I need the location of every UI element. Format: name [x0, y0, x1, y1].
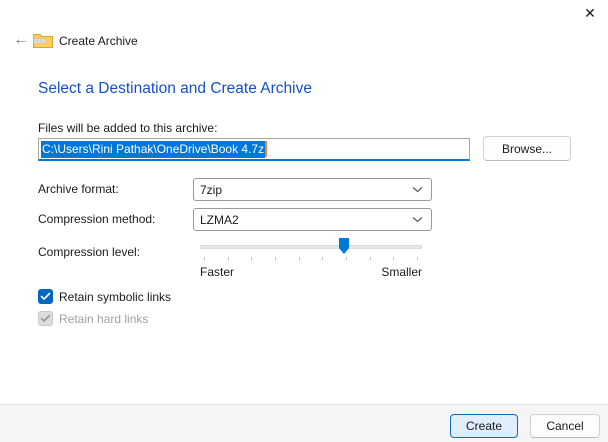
compression-level-label: Compression level: — [38, 245, 140, 259]
archive-format-label: Archive format: — [38, 182, 119, 196]
archive-path-input[interactable]: C:\Users\Rini Pathak\OneDrive\Book 4.7z — [38, 138, 470, 161]
slider-ticks — [204, 257, 418, 260]
archive-format-select[interactable]: 7zip — [193, 178, 432, 201]
window-title: Create Archive — [59, 34, 138, 48]
checkbox-checked-icon[interactable] — [38, 289, 53, 304]
slider-track[interactable] — [200, 245, 422, 249]
compression-method-select[interactable]: LZMA2 — [193, 208, 432, 231]
zip-folder-icon — [33, 32, 53, 48]
checkbox-checked-disabled-icon — [38, 311, 53, 326]
destination-label: Files will be added to this archive: — [38, 121, 217, 135]
slider-min-label: Faster — [200, 265, 234, 279]
slider-thumb[interactable] — [339, 238, 349, 254]
compression-method-label: Compression method: — [38, 212, 155, 226]
compression-method-value: LZMA2 — [200, 213, 239, 227]
slider-max-label: Smaller — [381, 265, 422, 279]
selected-path-text: C:\Users\Rini Pathak\OneDrive\Book 4.7z — [41, 141, 265, 158]
checkbox-label: Retain hard links — [59, 312, 148, 326]
retain-symbolic-links-checkbox[interactable]: Retain symbolic links — [38, 289, 171, 304]
create-button[interactable]: Create — [450, 414, 518, 438]
compression-level-slider[interactable] — [200, 238, 422, 262]
slider-endpoint-labels: Faster Smaller — [200, 265, 422, 279]
checkbox-label: Retain symbolic links — [59, 290, 171, 304]
archive-format-value: 7zip — [200, 183, 222, 197]
chevron-down-icon — [412, 186, 423, 193]
chevron-down-icon — [412, 216, 423, 223]
back-icon[interactable]: ← — [8, 28, 34, 52]
retain-hard-links-checkbox: Retain hard links — [38, 311, 148, 326]
text-caret — [265, 141, 267, 157]
close-icon[interactable]: ✕ — [576, 0, 604, 26]
browse-button[interactable]: Browse... — [483, 136, 571, 161]
page-title: Select a Destination and Create Archive — [38, 80, 312, 98]
cancel-button[interactable]: Cancel — [530, 414, 600, 438]
